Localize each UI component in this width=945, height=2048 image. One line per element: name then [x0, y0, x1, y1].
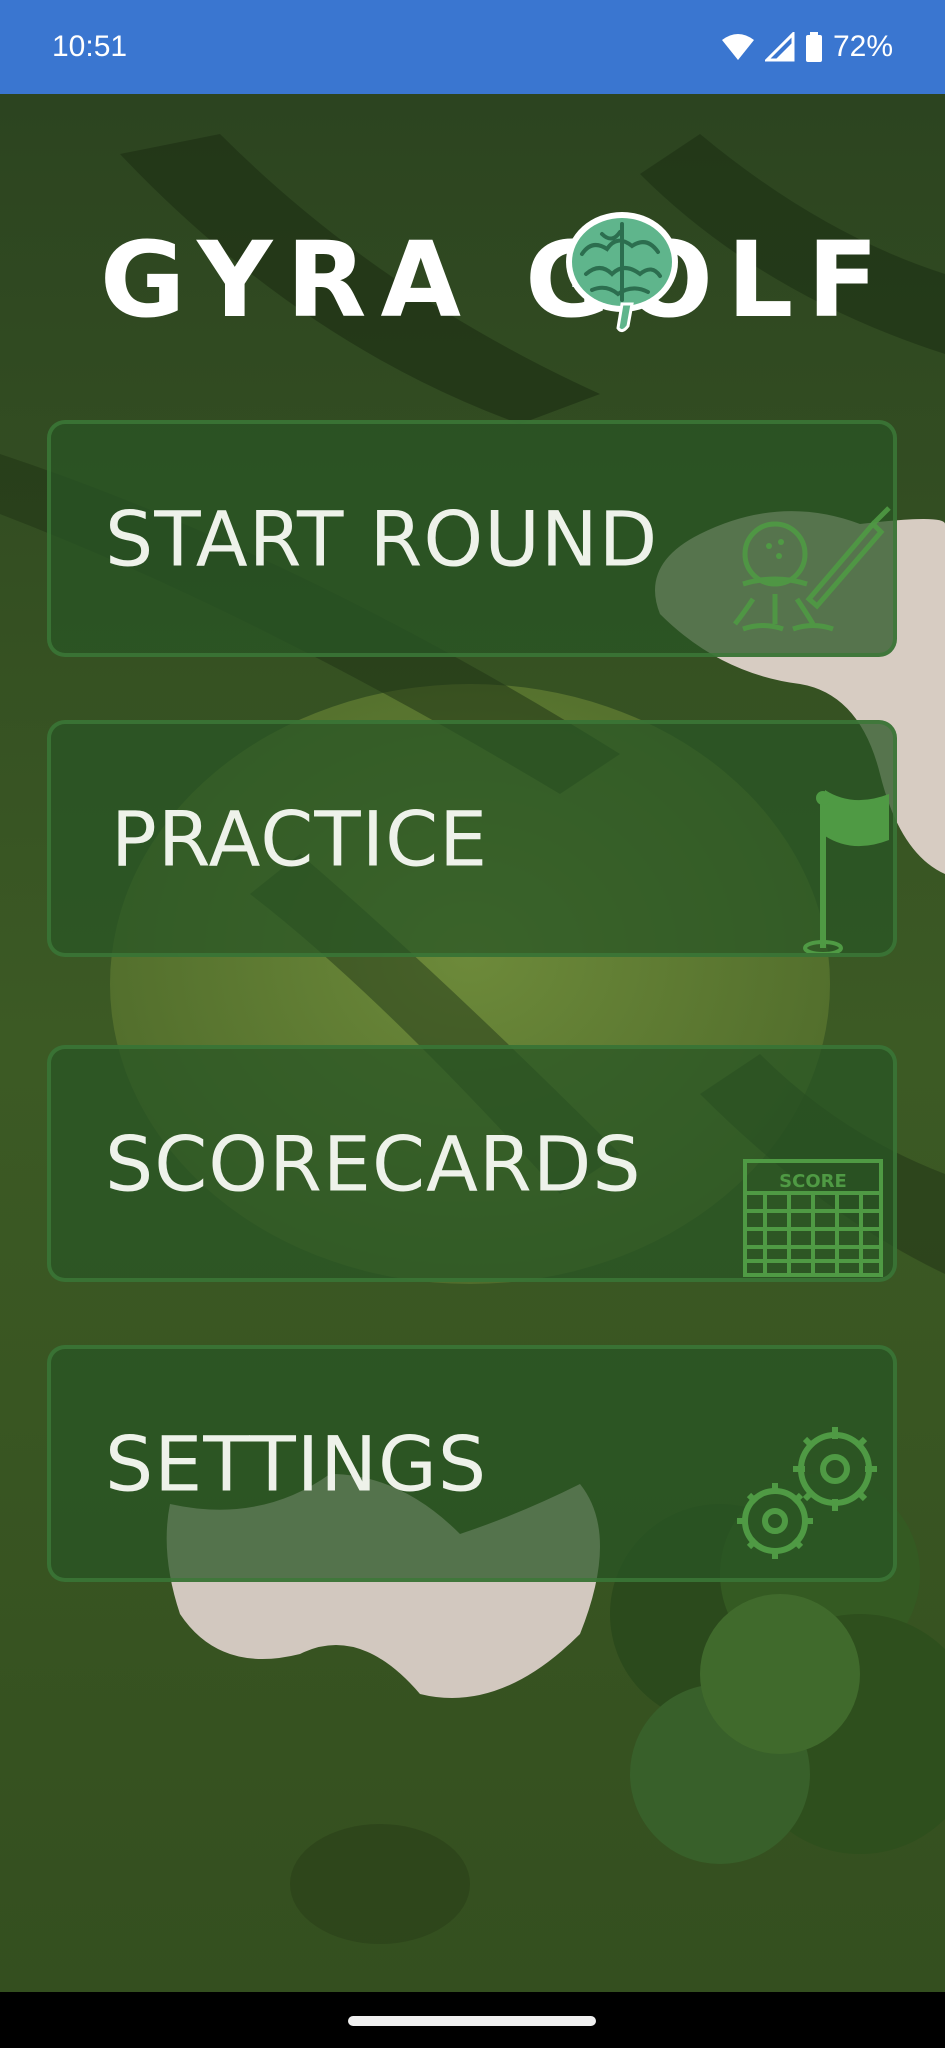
logo-text: GYRA GOLF	[100, 219, 893, 341]
app-logo: GYRA GOLF	[100, 210, 878, 350]
scorecards-label: SCORECARDS	[105, 1119, 642, 1208]
status-icons: 72%	[721, 30, 893, 64]
golf-course-background	[0, 94, 945, 1992]
brain-icon	[562, 204, 682, 336]
scorecard-icon-text: SCORE	[779, 1171, 847, 1192]
navigation-bar	[0, 1992, 945, 2048]
battery-percent: 72%	[832, 30, 893, 63]
golf-flag-icon	[713, 724, 893, 953]
status-bar: 10:51 72%	[0, 0, 945, 94]
settings-button[interactable]: SETTINGS	[47, 1345, 897, 1582]
scorecards-button[interactable]: SCORECARDS SCORE	[47, 1045, 897, 1282]
home-gesture-handle[interactable]	[348, 2016, 596, 2026]
start-round-label: START ROUND	[105, 494, 659, 583]
cellular-signal-icon	[764, 32, 795, 62]
scorecard-icon: SCORE	[713, 1049, 893, 1278]
gears-icon	[713, 1349, 893, 1578]
battery-icon	[805, 32, 823, 62]
settings-label: SETTINGS	[105, 1419, 488, 1508]
golfer-swing-icon	[713, 424, 893, 653]
status-time: 10:51	[52, 30, 128, 63]
wifi-icon	[721, 32, 755, 62]
practice-button[interactable]: PRACTICE	[47, 720, 897, 957]
practice-label: PRACTICE	[111, 794, 489, 883]
start-round-button[interactable]: START ROUND	[47, 420, 897, 657]
